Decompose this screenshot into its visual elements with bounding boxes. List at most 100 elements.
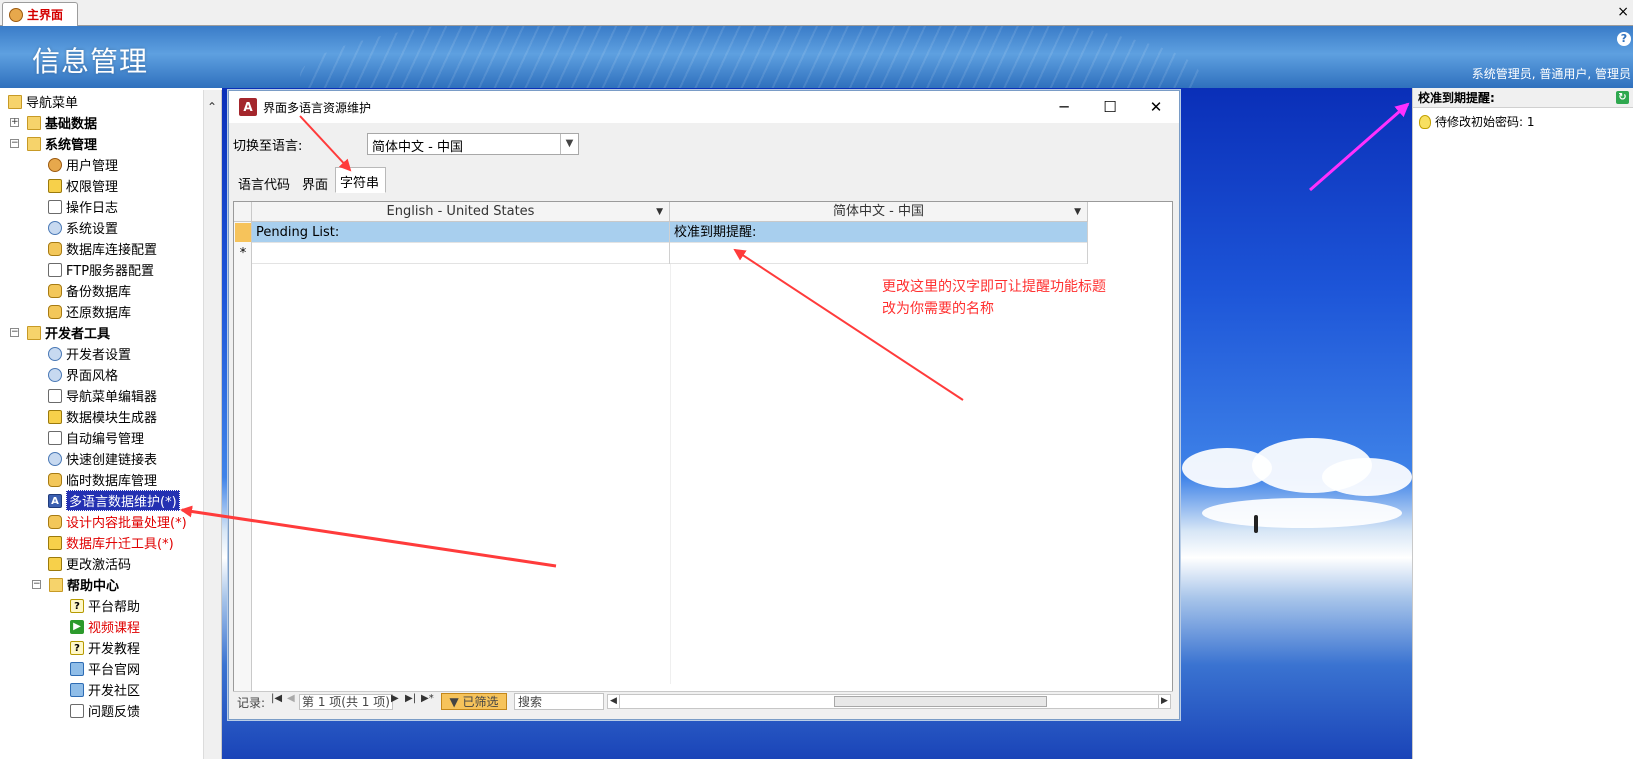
dropdown-icon[interactable]: ▼ (656, 202, 663, 222)
cell-chinese-new[interactable] (670, 243, 1088, 264)
nav-item-label: 视频课程 (88, 621, 141, 636)
nav-item-website[interactable]: 平台官网 (70, 658, 140, 679)
nav-item-multilang[interactable]: A 多语言数据维护(*) (48, 490, 180, 511)
nav-item-label: 操作日志 (66, 201, 119, 216)
users-icon (48, 157, 62, 172)
table-row-new[interactable] (252, 243, 1088, 264)
cell-english-new[interactable] (252, 243, 670, 264)
chevron-down-icon[interactable]: ▼ (560, 134, 578, 154)
nav-item-db-upsize[interactable]: 数据库升迁工具(*) (48, 532, 174, 553)
nav-item-link-table[interactable]: 快速创建链接表 (48, 448, 157, 469)
nav-item-operation-log[interactable]: 操作日志 (48, 196, 118, 217)
language-select[interactable]: 简体中文 - 中国 ▼ (367, 133, 579, 155)
prev-record-icon[interactable]: ◀ (287, 693, 295, 704)
cell-english[interactable]: Pending List: (252, 222, 670, 243)
nav-root[interactable]: 导航菜单 (8, 91, 78, 112)
nav-item-dev-tutorial[interactable]: ? 开发教程 (70, 637, 140, 658)
nav-item-label: 数据模块生成器 (66, 411, 158, 426)
nav-system[interactable]: − 系统管理 (10, 133, 97, 154)
next-record-icon[interactable]: ▶ (391, 693, 399, 704)
play-icon: ▶ (70, 619, 84, 634)
scroll-thumb[interactable] (834, 696, 1047, 707)
lightbulb-icon (1419, 114, 1431, 129)
table-row[interactable]: Pending List: 校准到期提醒: (252, 222, 1088, 243)
funnel-icon: ▼ (449, 695, 463, 709)
nav-item-community[interactable]: 开发社区 (70, 679, 140, 700)
nav-help-label: 帮助中心 (67, 579, 120, 594)
nav-root-label: 导航菜单 (26, 96, 79, 111)
nav-item-restore-db[interactable]: 还原数据库 (48, 301, 131, 322)
column-header-chinese[interactable]: 简体中文 - 中国 ▼ (670, 202, 1088, 222)
collapse-icon[interactable]: − (32, 580, 41, 589)
tab-main[interactable]: 主界面 (2, 2, 78, 26)
pending-panel-header: 校准到期提醒: ↻ (1413, 88, 1633, 108)
scroll-left-icon[interactable]: ◀ (608, 695, 620, 708)
nav-dev-tools[interactable]: − 开发者工具 (10, 322, 110, 343)
database-backup-icon (48, 283, 62, 298)
nav-help-center[interactable]: − 帮助中心 (32, 574, 119, 595)
language-icon: A (48, 493, 62, 508)
horizontal-scrollbar[interactable]: ◀ ▶ (607, 694, 1171, 709)
nav-item-label: 设计内容批量处理(*) (66, 516, 187, 531)
chevron-up-icon[interactable]: ⌃ (207, 100, 217, 114)
nav-item-module-generator[interactable]: 数据模块生成器 (48, 406, 157, 427)
nav-item-label: 开发社区 (88, 684, 141, 699)
dialog-titlebar[interactable]: A 界面多语言资源维护 ─ ☐ ✕ (229, 91, 1179, 123)
nav-scrollbar[interactable]: ⌃ (203, 90, 221, 759)
dropdown-icon[interactable]: ▼ (1074, 202, 1081, 222)
nav-item-temp-db[interactable]: 临时数据库管理 (48, 469, 157, 490)
collapse-icon[interactable]: − (10, 328, 19, 337)
refresh-icon[interactable]: ↻ (1616, 91, 1629, 104)
nav-item-video-course[interactable]: ▶ 视频课程 (70, 616, 140, 637)
maximize-button[interactable]: ☐ (1087, 91, 1133, 123)
banner-decoration (300, 26, 1200, 88)
nav-item-auto-number[interactable]: 自动编号管理 (48, 427, 144, 448)
nav-item-system-settings[interactable]: 系统设置 (48, 217, 118, 238)
grid-corner[interactable] (234, 202, 252, 222)
pending-item[interactable]: 待修改初始密码: 1 (1413, 108, 1633, 130)
filter-badge[interactable]: ▼ 已筛选 (441, 693, 507, 710)
close-button[interactable]: ✕ (1133, 91, 1179, 123)
minimize-button[interactable]: ─ (1041, 91, 1087, 123)
nav-item-feedback[interactable]: 问题反馈 (70, 700, 140, 721)
last-record-icon[interactable]: ▶| (405, 693, 416, 704)
cell-chinese[interactable]: 校准到期提醒: (670, 222, 1088, 243)
nav-item-batch-design[interactable]: 设计内容批量处理(*) (48, 511, 187, 532)
help-icon[interactable]: ? (1617, 32, 1631, 46)
scroll-right-icon[interactable]: ▶ (1158, 695, 1170, 708)
expand-icon[interactable]: + (10, 118, 19, 127)
nav-item-label: 问题反馈 (88, 705, 141, 720)
close-icon[interactable]: × (1617, 4, 1629, 20)
nav-item-dev-settings[interactable]: 开发者设置 (48, 343, 131, 364)
nav-item-db-connection[interactable]: 数据库连接配置 (48, 238, 157, 259)
nav-item-label: 还原数据库 (66, 306, 132, 321)
new-record-icon[interactable]: ▶* (421, 693, 434, 704)
app-tabstrip: 主界面 × (0, 0, 1633, 26)
nav-item-permissions[interactable]: 权限管理 (48, 175, 118, 196)
record-position[interactable]: 第 1 项(共 1 项) (299, 694, 393, 710)
nav-item-nav-editor[interactable]: 导航菜单编辑器 (48, 385, 157, 406)
tab-interface[interactable]: 界面 (297, 169, 335, 193)
tab-language-code[interactable]: 语言代码 (233, 169, 297, 193)
new-row-marker: * (239, 246, 247, 261)
nav-item-user-management[interactable]: 用户管理 (48, 154, 118, 175)
first-record-icon[interactable]: |◀ (271, 693, 282, 704)
nav-item-activation[interactable]: 更改激活码 (48, 553, 131, 574)
nav-basic-data[interactable]: + 基础数据 (10, 112, 97, 133)
nav-dev-label: 开发者工具 (45, 327, 111, 342)
collapse-icon[interactable]: − (10, 139, 19, 148)
row-selector-current[interactable] (235, 223, 251, 242)
nav-item-ftp-config[interactable]: FTP服务器配置 (48, 259, 154, 280)
nav-item-platform-help[interactable]: ? 平台帮助 (70, 595, 140, 616)
nav-item-ui-style[interactable]: 界面风格 (48, 364, 118, 385)
record-label: 记录: (237, 696, 266, 710)
tab-strings[interactable]: 字符串 (335, 167, 387, 193)
column-header-english[interactable]: English - United States ▼ (252, 202, 670, 222)
palette-icon (48, 367, 62, 382)
search-input[interactable]: 搜索 (514, 693, 604, 710)
nav-item-backup-db[interactable]: 备份数据库 (48, 280, 131, 301)
home-icon (70, 661, 84, 676)
nav-system-label: 系统管理 (45, 138, 98, 153)
language-select-value: 简体中文 - 中国 (372, 140, 463, 155)
folder-open-icon (8, 94, 22, 109)
